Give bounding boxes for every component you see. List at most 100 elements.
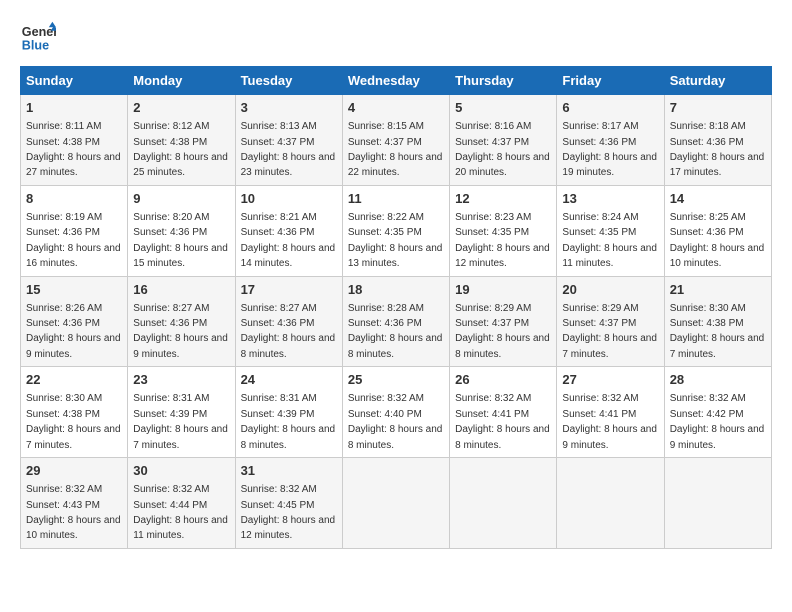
day-cell-18: 18 Sunrise: 8:28 AMSunset: 4:36 PMDaylig… [342,276,449,367]
day-cell-8: 8 Sunrise: 8:19 AMSunset: 4:36 PMDayligh… [21,185,128,276]
week-row-5: 29 Sunrise: 8:32 AMSunset: 4:43 PMDaylig… [21,458,772,549]
day-info: Sunrise: 8:26 AMSunset: 4:36 PMDaylight:… [26,303,121,360]
day-number: 31 [241,462,337,480]
day-cell-3: 3 Sunrise: 8:13 AMSunset: 4:37 PMDayligh… [235,95,342,186]
empty-cell [664,458,771,549]
day-number: 8 [26,190,122,208]
day-cell-5: 5 Sunrise: 8:16 AMSunset: 4:37 PMDayligh… [450,95,557,186]
day-cell-11: 11 Sunrise: 8:22 AMSunset: 4:35 PMDaylig… [342,185,449,276]
svg-text:Blue: Blue [22,39,49,53]
day-number: 1 [26,99,122,117]
day-info: Sunrise: 8:24 AMSunset: 4:35 PMDaylight:… [562,212,657,269]
day-cell-31: 31 Sunrise: 8:32 AMSunset: 4:45 PMDaylig… [235,458,342,549]
day-info: Sunrise: 8:32 AMSunset: 4:40 PMDaylight:… [348,393,443,450]
day-info: Sunrise: 8:32 AMSunset: 4:41 PMDaylight:… [455,393,550,450]
empty-cell [342,458,449,549]
day-info: Sunrise: 8:20 AMSunset: 4:36 PMDaylight:… [133,212,228,269]
day-cell-21: 21 Sunrise: 8:30 AMSunset: 4:38 PMDaylig… [664,276,771,367]
day-cell-16: 16 Sunrise: 8:27 AMSunset: 4:36 PMDaylig… [128,276,235,367]
day-info: Sunrise: 8:31 AMSunset: 4:39 PMDaylight:… [133,393,228,450]
calendar-table: SundayMondayTuesdayWednesdayThursdayFrid… [20,66,772,549]
day-cell-9: 9 Sunrise: 8:20 AMSunset: 4:36 PMDayligh… [128,185,235,276]
day-cell-19: 19 Sunrise: 8:29 AMSunset: 4:37 PMDaylig… [450,276,557,367]
day-number: 30 [133,462,229,480]
day-cell-28: 28 Sunrise: 8:32 AMSunset: 4:42 PMDaylig… [664,367,771,458]
day-cell-30: 30 Sunrise: 8:32 AMSunset: 4:44 PMDaylig… [128,458,235,549]
day-cell-14: 14 Sunrise: 8:25 AMSunset: 4:36 PMDaylig… [664,185,771,276]
col-header-saturday: Saturday [664,67,771,95]
day-info: Sunrise: 8:30 AMSunset: 4:38 PMDaylight:… [26,393,121,450]
day-cell-1: 1 Sunrise: 8:11 AMSunset: 4:38 PMDayligh… [21,95,128,186]
day-number: 29 [26,462,122,480]
col-header-monday: Monday [128,67,235,95]
day-cell-7: 7 Sunrise: 8:18 AMSunset: 4:36 PMDayligh… [664,95,771,186]
day-cell-24: 24 Sunrise: 8:31 AMSunset: 4:39 PMDaylig… [235,367,342,458]
day-info: Sunrise: 8:15 AMSunset: 4:37 PMDaylight:… [348,121,443,178]
day-info: Sunrise: 8:23 AMSunset: 4:35 PMDaylight:… [455,212,550,269]
day-info: Sunrise: 8:12 AMSunset: 4:38 PMDaylight:… [133,121,228,178]
day-info: Sunrise: 8:22 AMSunset: 4:35 PMDaylight:… [348,212,443,269]
day-number: 16 [133,281,229,299]
day-info: Sunrise: 8:29 AMSunset: 4:37 PMDaylight:… [455,303,550,360]
col-header-friday: Friday [557,67,664,95]
day-number: 5 [455,99,551,117]
day-number: 23 [133,371,229,389]
day-info: Sunrise: 8:28 AMSunset: 4:36 PMDaylight:… [348,303,443,360]
day-number: 22 [26,371,122,389]
col-header-thursday: Thursday [450,67,557,95]
day-number: 25 [348,371,444,389]
day-number: 3 [241,99,337,117]
day-number: 4 [348,99,444,117]
col-header-sunday: Sunday [21,67,128,95]
week-row-2: 8 Sunrise: 8:19 AMSunset: 4:36 PMDayligh… [21,185,772,276]
day-info: Sunrise: 8:19 AMSunset: 4:36 PMDaylight:… [26,212,121,269]
day-number: 18 [348,281,444,299]
day-info: Sunrise: 8:17 AMSunset: 4:36 PMDaylight:… [562,121,657,178]
day-number: 14 [670,190,766,208]
day-number: 17 [241,281,337,299]
day-cell-20: 20 Sunrise: 8:29 AMSunset: 4:37 PMDaylig… [557,276,664,367]
day-number: 26 [455,371,551,389]
day-info: Sunrise: 8:11 AMSunset: 4:38 PMDaylight:… [26,121,121,178]
week-row-3: 15 Sunrise: 8:26 AMSunset: 4:36 PMDaylig… [21,276,772,367]
day-info: Sunrise: 8:16 AMSunset: 4:37 PMDaylight:… [455,121,550,178]
day-number: 15 [26,281,122,299]
day-number: 19 [455,281,551,299]
svg-text:General: General [22,25,56,39]
day-number: 12 [455,190,551,208]
day-info: Sunrise: 8:32 AMSunset: 4:45 PMDaylight:… [241,484,336,541]
day-cell-2: 2 Sunrise: 8:12 AMSunset: 4:38 PMDayligh… [128,95,235,186]
day-cell-10: 10 Sunrise: 8:21 AMSunset: 4:36 PMDaylig… [235,185,342,276]
week-row-1: 1 Sunrise: 8:11 AMSunset: 4:38 PMDayligh… [21,95,772,186]
day-number: 11 [348,190,444,208]
day-info: Sunrise: 8:32 AMSunset: 4:41 PMDaylight:… [562,393,657,450]
day-cell-23: 23 Sunrise: 8:31 AMSunset: 4:39 PMDaylig… [128,367,235,458]
day-number: 6 [562,99,658,117]
day-cell-15: 15 Sunrise: 8:26 AMSunset: 4:36 PMDaylig… [21,276,128,367]
day-cell-6: 6 Sunrise: 8:17 AMSunset: 4:36 PMDayligh… [557,95,664,186]
day-cell-25: 25 Sunrise: 8:32 AMSunset: 4:40 PMDaylig… [342,367,449,458]
day-number: 9 [133,190,229,208]
day-cell-12: 12 Sunrise: 8:23 AMSunset: 4:35 PMDaylig… [450,185,557,276]
empty-cell [557,458,664,549]
day-info: Sunrise: 8:18 AMSunset: 4:36 PMDaylight:… [670,121,765,178]
day-number: 13 [562,190,658,208]
day-number: 2 [133,99,229,117]
day-number: 24 [241,371,337,389]
day-cell-27: 27 Sunrise: 8:32 AMSunset: 4:41 PMDaylig… [557,367,664,458]
empty-cell [450,458,557,549]
day-number: 10 [241,190,337,208]
logo: General Blue [20,20,56,56]
logo-icon: General Blue [20,20,56,56]
day-info: Sunrise: 8:21 AMSunset: 4:36 PMDaylight:… [241,212,336,269]
week-row-4: 22 Sunrise: 8:30 AMSunset: 4:38 PMDaylig… [21,367,772,458]
day-cell-29: 29 Sunrise: 8:32 AMSunset: 4:43 PMDaylig… [21,458,128,549]
day-info: Sunrise: 8:32 AMSunset: 4:42 PMDaylight:… [670,393,765,450]
day-info: Sunrise: 8:30 AMSunset: 4:38 PMDaylight:… [670,303,765,360]
day-number: 7 [670,99,766,117]
day-number: 27 [562,371,658,389]
page-header: General Blue [20,20,772,56]
day-info: Sunrise: 8:27 AMSunset: 4:36 PMDaylight:… [133,303,228,360]
day-cell-22: 22 Sunrise: 8:30 AMSunset: 4:38 PMDaylig… [21,367,128,458]
day-info: Sunrise: 8:29 AMSunset: 4:37 PMDaylight:… [562,303,657,360]
